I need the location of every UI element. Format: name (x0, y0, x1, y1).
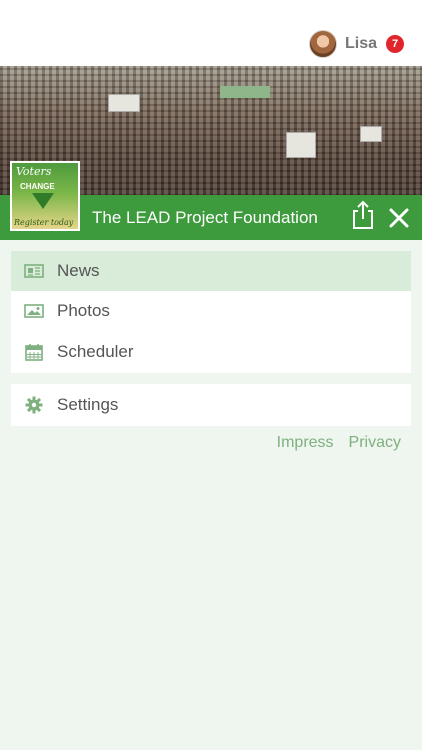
footer-links: Impress Privacy (262, 434, 401, 452)
gear-icon (24, 395, 44, 415)
top-bar: Lisa 7 (0, 0, 422, 66)
avatar[interactable] (308, 30, 337, 58)
protest-sign (360, 126, 382, 142)
menu-label-scheduler: Scheduler (57, 342, 134, 361)
protest-sign (286, 132, 316, 158)
protest-sign (108, 94, 140, 112)
menu-label-photos: Photos (57, 301, 110, 320)
image-icon (24, 301, 44, 321)
impress-link[interactable]: Impress (277, 434, 334, 452)
logo-text-change: CHANGE (20, 182, 55, 191)
calendar-icon (24, 342, 44, 362)
menu-item-scheduler[interactable]: Scheduler (11, 332, 411, 372)
protest-banner (220, 86, 270, 98)
menu-label-settings: Settings (57, 395, 119, 414)
user-profile[interactable]: Lisa 7 (308, 30, 404, 58)
app-screen: Lisa 7 Voters CHANGE Register today The … (0, 0, 422, 750)
share-icon (353, 200, 373, 229)
user-name[interactable]: Lisa (345, 35, 377, 53)
notification-badge[interactable]: 7 (386, 35, 404, 53)
logo-text-voters: Voters (16, 165, 52, 178)
arrow-down-icon (32, 193, 54, 209)
organization-logo: Voters CHANGE Register today (10, 161, 80, 231)
logo-text-register: Register today (14, 218, 74, 227)
menu-item-photos[interactable]: Photos (11, 291, 411, 331)
close-button[interactable] (386, 205, 412, 231)
share-button[interactable] (350, 200, 376, 230)
navigation-menu: News Photos Scheduler (11, 251, 411, 373)
menu-item-settings[interactable]: Settings (11, 385, 411, 425)
newspaper-icon (24, 261, 44, 281)
settings-menu: Settings (11, 384, 411, 426)
close-icon (389, 208, 409, 228)
organization-title: The LEAD Project Foundation (92, 208, 318, 227)
menu-item-news[interactable]: News (11, 251, 411, 291)
menu-label-news: News (57, 261, 100, 280)
privacy-link[interactable]: Privacy (349, 434, 401, 452)
